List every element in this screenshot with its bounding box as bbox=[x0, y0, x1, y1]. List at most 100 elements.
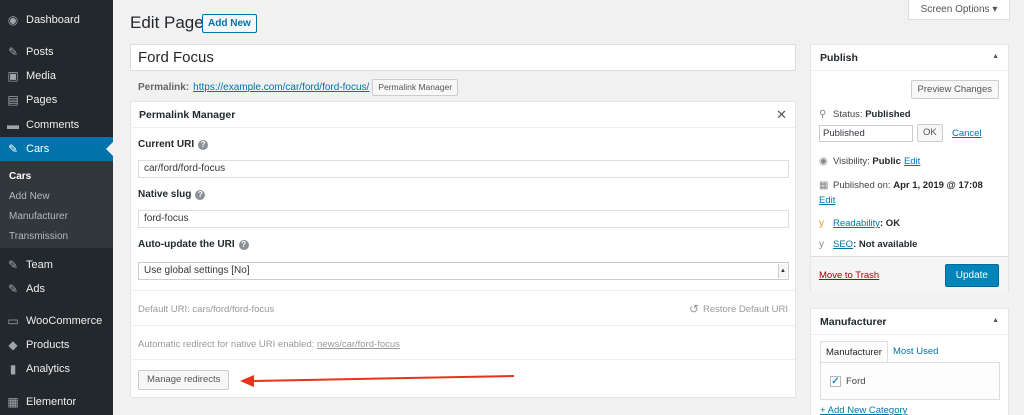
checkbox-checked-icon[interactable]: ✓ bbox=[830, 376, 841, 387]
sidebar-item-posts[interactable]: ✎ Posts bbox=[0, 40, 113, 64]
media-icon: ▣ bbox=[7, 69, 19, 83]
sidebar-item-label: Team bbox=[26, 259, 53, 271]
seo-link[interactable]: SEO bbox=[833, 239, 853, 250]
permalink-manager-panel: Permalink Manager ✕ Current URI? car/for… bbox=[130, 101, 796, 398]
sidebar-item-label: Elementor bbox=[26, 396, 77, 408]
permalink-manager-header: Permalink Manager ✕ bbox=[131, 102, 795, 128]
permalink-manager-title: Permalink Manager bbox=[139, 109, 236, 121]
ok-button[interactable]: OK bbox=[917, 124, 943, 142]
woocommerce-icon: ▭ bbox=[7, 314, 19, 328]
close-icon[interactable]: ✕ bbox=[776, 107, 787, 123]
cars-submenu: Cars Add New Manufacturer Transmission bbox=[0, 161, 113, 248]
manage-redirects-button[interactable]: Manage redirects bbox=[138, 370, 230, 390]
published-on-label: Published on: bbox=[833, 180, 891, 191]
sidebar-item-cars[interactable]: ✎ Cars bbox=[0, 137, 113, 161]
visibility-value: Public bbox=[872, 156, 901, 167]
readability-link[interactable]: Readability bbox=[833, 218, 880, 229]
published-on-value: Apr 1, 2019 @ 17:08 bbox=[893, 180, 983, 191]
pin-icon: ✎ bbox=[7, 45, 19, 59]
current-uri-label-text: Current URI bbox=[138, 139, 195, 150]
auto-update-label: Auto-update the URI? bbox=[138, 239, 249, 250]
elementor-icon: ▦ bbox=[7, 395, 19, 409]
sidebar-item-elementor[interactable]: ▦ Elementor bbox=[0, 390, 113, 414]
visibility-edit-link[interactable]: Edit bbox=[904, 156, 920, 167]
status-label: Status: bbox=[833, 109, 863, 120]
screen-options-button[interactable]: Screen Options ▾ bbox=[908, 0, 1010, 20]
sidebar-item-media[interactable]: ▣ Media bbox=[0, 64, 113, 88]
help-icon[interactable]: ? bbox=[195, 189, 206, 200]
native-slug-label: Native slug? bbox=[138, 189, 206, 200]
sidebar-item-products[interactable]: ◆ Products bbox=[0, 333, 113, 357]
restore-default-uri-button[interactable]: ↺ Restore Default URI bbox=[689, 302, 788, 316]
list-item[interactable]: ✓ Ford bbox=[830, 376, 866, 387]
current-uri-input[interactable]: car/ford/ford-focus bbox=[138, 160, 789, 178]
status-select[interactable]: Published bbox=[819, 125, 913, 142]
select-arrow-icon: ▲ bbox=[778, 264, 787, 278]
manufacturer-box: Manufacturer ▲ Manufacturer Most Used ✓ F… bbox=[810, 308, 1009, 415]
manufacturer-item-label: Ford bbox=[846, 376, 866, 387]
sidebar-item-analytics[interactable]: ▮ Analytics bbox=[0, 357, 113, 381]
readability-value: : OK bbox=[880, 218, 901, 229]
sidebar-item-label: Products bbox=[26, 339, 70, 351]
readability-row: y Readability: OK bbox=[819, 218, 900, 229]
sidebar-item-label: Cars bbox=[26, 143, 50, 155]
status-row: ⚲ Status: Published bbox=[819, 109, 911, 120]
sidebar-item-label: Posts bbox=[26, 46, 54, 58]
status-value: Published bbox=[865, 109, 911, 120]
tab-most-used[interactable]: Most Used bbox=[888, 341, 943, 363]
admin-sidebar: ◉ Dashboard ✎ Posts ▣ Media ▤ Pages ▬ Comment… bbox=[0, 0, 113, 415]
seo-row: y SEO: Not available bbox=[819, 239, 917, 250]
products-icon: ◆ bbox=[8, 338, 18, 352]
preview-changes-button[interactable]: Preview Changes bbox=[910, 80, 999, 99]
sidebar-item-dashboard[interactable]: ◉ Dashboard bbox=[0, 8, 113, 32]
sidebar-item-woocommerce[interactable]: ▭ WooCommerce bbox=[0, 309, 113, 333]
manufacturer-box-header: Manufacturer ▲ bbox=[811, 309, 1008, 335]
current-uri-label: Current URI? bbox=[138, 139, 209, 150]
auto-update-select[interactable]: Use global settings [No] ▲ bbox=[138, 262, 789, 280]
dashboard-icon: ◉ bbox=[7, 13, 19, 27]
move-to-trash-link[interactable]: Move to Trash bbox=[819, 270, 879, 281]
comments-icon: ▬ bbox=[7, 118, 19, 132]
permalink-url-link[interactable]: https://example.com/car/ford/ford-focus/ bbox=[193, 82, 369, 93]
pin-icon: ✎ bbox=[7, 258, 19, 272]
sidebar-item-label: Media bbox=[26, 70, 56, 82]
permalink-label: Permalink: bbox=[138, 82, 190, 93]
native-slug-input[interactable]: ford-focus bbox=[138, 210, 789, 228]
tab-manufacturer[interactable]: Manufacturer bbox=[820, 341, 888, 363]
post-title-input[interactable]: Ford Focus bbox=[130, 44, 796, 71]
cancel-link[interactable]: Cancel bbox=[952, 128, 982, 139]
update-button[interactable]: Update bbox=[944, 264, 999, 287]
collapse-toggle-icon[interactable]: ▲ bbox=[992, 53, 999, 60]
divider bbox=[131, 325, 795, 326]
auto-update-label-text: Auto-update the URI bbox=[138, 239, 235, 250]
pin-icon: ✎ bbox=[7, 282, 19, 296]
submenu-item-manufacturer[interactable]: Manufacturer bbox=[9, 211, 68, 222]
sidebar-item-label: Pages bbox=[26, 94, 58, 106]
add-new-category-link[interactable]: + Add New Category bbox=[820, 405, 907, 415]
redirect-link[interactable]: news/car/ford-focus bbox=[317, 339, 400, 350]
manufacturer-box-title: Manufacturer bbox=[820, 316, 887, 328]
sidebar-item-ads[interactable]: ✎ Ads bbox=[0, 277, 113, 301]
calendar-icon: ▦ bbox=[819, 180, 829, 191]
collapse-toggle-icon[interactable]: ▲ bbox=[992, 317, 999, 324]
sidebar-item-pages[interactable]: ▤ Pages bbox=[0, 88, 113, 112]
pin-icon: ⚲ bbox=[819, 109, 827, 120]
sidebar-item-comments[interactable]: ▬ Comments bbox=[0, 113, 113, 137]
published-on-edit-link[interactable]: Edit bbox=[819, 195, 835, 206]
redirect-info: Automatic redirect for native URI enable… bbox=[138, 339, 400, 350]
sidebar-item-team[interactable]: ✎ Team bbox=[0, 253, 113, 277]
submenu-item-cars[interactable]: Cars bbox=[9, 171, 31, 182]
visibility-label: Visibility: bbox=[833, 156, 870, 167]
help-icon[interactable]: ? bbox=[198, 139, 209, 150]
add-new-button[interactable]: Add New bbox=[202, 14, 257, 33]
yoast-icon: y bbox=[819, 239, 824, 250]
sidebar-item-label: WooCommerce bbox=[26, 315, 103, 327]
submenu-item-add-new[interactable]: Add New bbox=[9, 191, 50, 202]
active-menu-arrow bbox=[106, 142, 113, 156]
publish-box-header: Publish ▲ bbox=[811, 45, 1008, 71]
default-uri-text: Default URI: cars/ford/ford-focus bbox=[138, 304, 275, 315]
permalink-manager-button[interactable]: Permalink Manager bbox=[372, 79, 459, 96]
submenu-item-transmission[interactable]: Transmission bbox=[9, 231, 68, 242]
divider bbox=[131, 359, 795, 360]
help-icon[interactable]: ? bbox=[238, 239, 249, 250]
